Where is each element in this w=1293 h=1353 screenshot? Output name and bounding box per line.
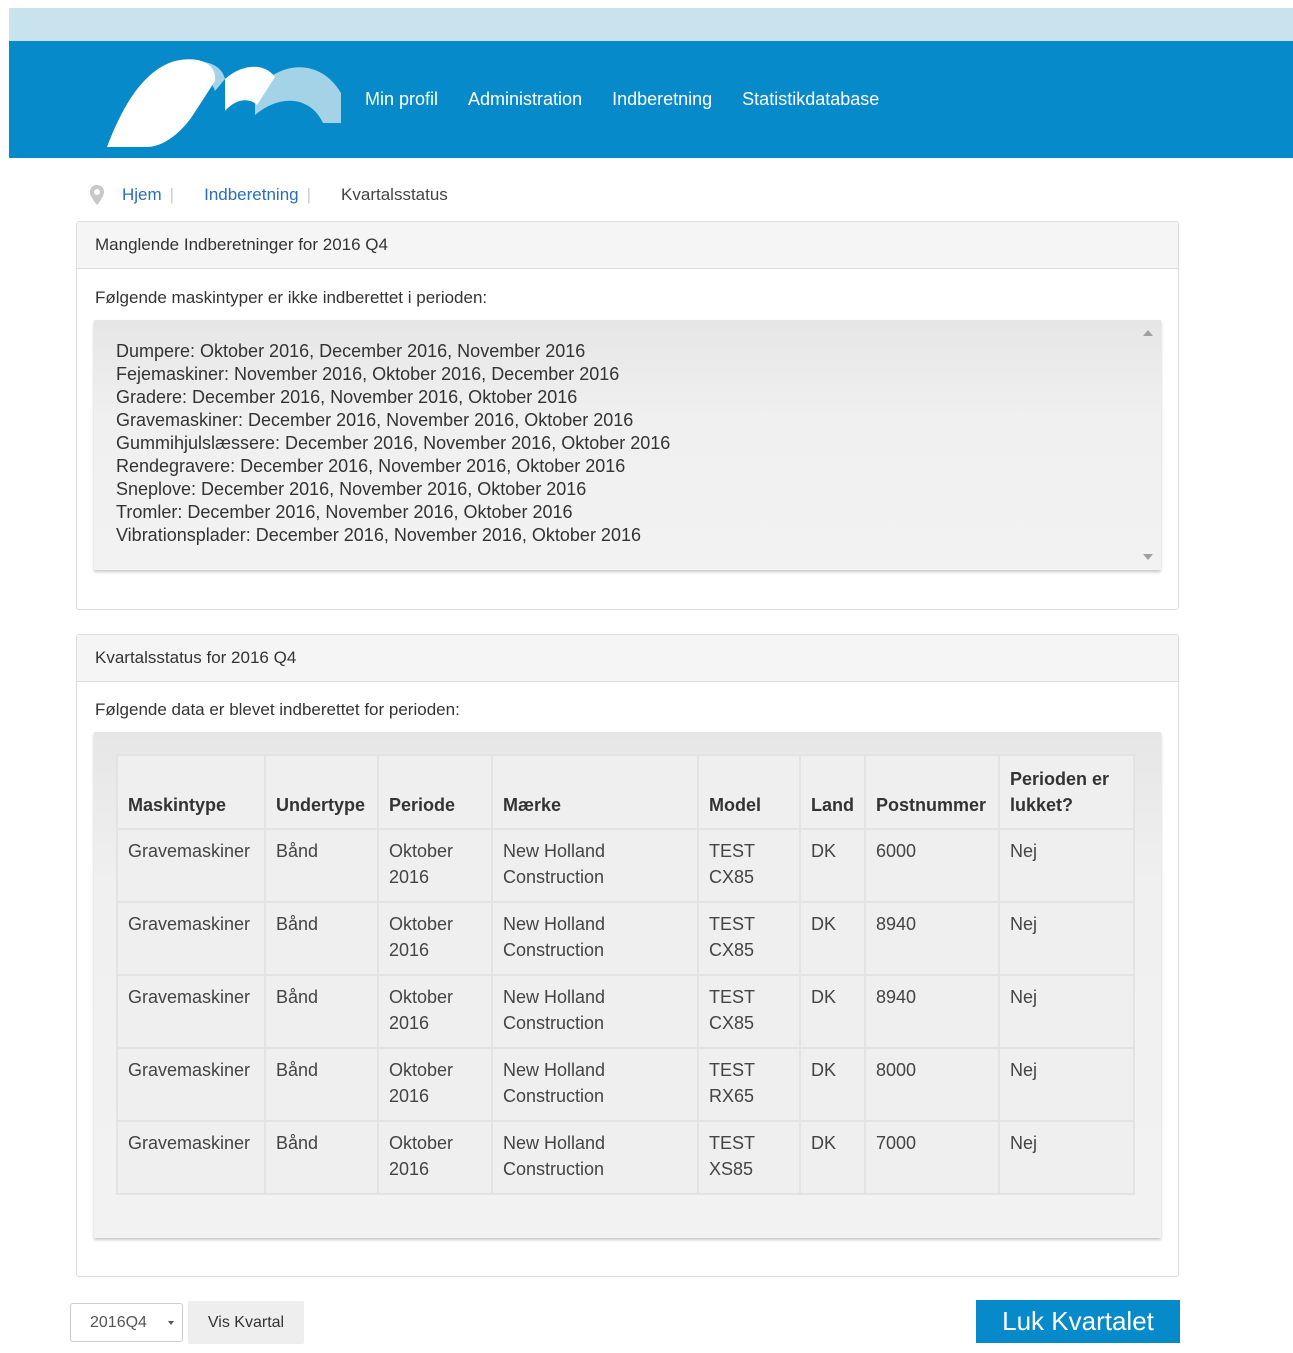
missing-reports-panel: Manglende Indberetninger for 2016 Q4 Føl… <box>76 221 1179 610</box>
cell-maskintype: Gravemaskiner <box>116 1047 266 1122</box>
nav-indberetning[interactable]: Indberetning <box>612 89 712 110</box>
cell-perioden-er-lukket: Nej <box>998 1047 1135 1122</box>
cell-periode: Oktober 2016 <box>377 1120 493 1195</box>
quarter-status-title: Kvartalsstatus for 2016 Q4 <box>77 635 1178 682</box>
cell-land: DK <box>799 974 866 1049</box>
cell-postnummer: 6000 <box>864 828 1000 903</box>
quarter-status-table-container: Maskintype Undertype Periode Mærke Model… <box>94 732 1161 1238</box>
top-strip <box>9 8 1293 41</box>
missing-reports-list[interactable]: Dumpere: Oktober 2016, December 2016, No… <box>94 320 1161 570</box>
cell-maerke: New Holland Construction <box>491 828 699 903</box>
list-item: Dumpere: Oktober 2016, December 2016, No… <box>116 341 586 361</box>
list-item: Rendegravere: December 2016, November 20… <box>116 456 626 476</box>
cell-maskintype: Gravemaskiner <box>116 828 266 903</box>
breadcrumb-home-link[interactable]: Hjem <box>122 185 162 205</box>
cell-maerke: New Holland Construction <box>491 974 699 1049</box>
breadcrumb-separator: | <box>306 185 312 204</box>
col-undertype: Undertype <box>264 754 379 830</box>
missing-reports-items: Dumpere: Oktober 2016, December 2016, No… <box>116 340 670 547</box>
table-row: Gravemaskiner Bånd Oktober 2016 New Holl… <box>116 974 1135 1049</box>
cell-undertype: Bånd <box>264 1047 379 1122</box>
quarter-status-panel: Kvartalsstatus for 2016 Q4 Følgende data… <box>76 634 1179 1277</box>
list-item: Sneplove: December 2016, November 2016, … <box>116 479 587 499</box>
breadcrumb-separator: | <box>169 185 175 204</box>
table-row: Gravemaskiner Bånd Oktober 2016 New Holl… <box>116 901 1135 976</box>
table-header-row: Maskintype Undertype Periode Mærke Model… <box>116 754 1135 830</box>
close-quarter-button[interactable]: Luk Kvartalet <box>976 1300 1180 1343</box>
cell-periode: Oktober 2016 <box>377 1047 493 1122</box>
breadcrumb-current: Kvartalsstatus <box>341 185 448 204</box>
cell-land: DK <box>799 1120 866 1195</box>
list-item: Fejemaskiner: November 2016, Oktober 201… <box>116 364 620 384</box>
cell-undertype: Bånd <box>264 828 379 903</box>
col-maerke: Mærke <box>491 754 699 830</box>
cell-model: TEST XS85 <box>697 1120 801 1195</box>
col-land: Land <box>799 754 866 830</box>
cell-land: DK <box>799 1047 866 1122</box>
cell-maerke: New Holland Construction <box>491 1047 699 1122</box>
cell-postnummer: 8940 <box>864 901 1000 976</box>
list-item: Gravemaskiner: December 2016, November 2… <box>116 410 634 430</box>
scroll-up-arrow-icon[interactable] <box>1143 330 1153 336</box>
navbar: Min profil Administration Indberetning S… <box>9 41 1293 158</box>
cell-undertype: Bånd <box>264 901 379 976</box>
table-row: Gravemaskiner Bånd Oktober 2016 New Holl… <box>116 828 1135 903</box>
cell-model: TEST CX85 <box>697 974 801 1049</box>
cell-model: TEST CX85 <box>697 901 801 976</box>
cell-perioden-er-lukket: Nej <box>998 1120 1135 1195</box>
breadcrumb: Hjem | Indberetning | Kvartalsstatus <box>90 183 448 207</box>
quarter-select[interactable]: 2016Q4 <box>70 1303 183 1342</box>
table-row: Gravemaskiner Bånd Oktober 2016 New Holl… <box>116 1120 1135 1195</box>
missing-reports-intro: Følgende maskintyper er ikke indberettet… <box>95 288 488 307</box>
main-nav: Min profil Administration Indberetning S… <box>365 41 879 158</box>
list-item: Gummihjulslæssere: December 2016, Novemb… <box>116 433 671 453</box>
nav-administration[interactable]: Administration <box>468 89 582 110</box>
cell-maskintype: Gravemaskiner <box>116 901 266 976</box>
missing-reports-title: Manglende Indberetninger for 2016 Q4 <box>77 222 1178 269</box>
list-item: Vibrationsplader: December 2016, Novembe… <box>116 525 641 545</box>
cell-land: DK <box>799 901 866 976</box>
cell-periode: Oktober 2016 <box>377 974 493 1049</box>
nav-statistikdatabase[interactable]: Statistikdatabase <box>742 89 879 110</box>
scroll-down-arrow-icon[interactable] <box>1143 554 1153 560</box>
cell-land: DK <box>799 828 866 903</box>
cell-model: TEST RX65 <box>697 1047 801 1122</box>
logo[interactable] <box>105 51 345 151</box>
cell-undertype: Bånd <box>264 1120 379 1195</box>
breadcrumb-indberetning-link[interactable]: Indberetning <box>204 185 299 205</box>
cell-perioden-er-lukket: Nej <box>998 828 1135 903</box>
cell-maskintype: Gravemaskiner <box>116 1120 266 1195</box>
nav-min-profil[interactable]: Min profil <box>365 89 438 110</box>
list-item: Gradere: December 2016, November 2016, O… <box>116 387 578 407</box>
cell-postnummer: 7000 <box>864 1120 1000 1195</box>
col-postnummer: Postnummer <box>864 754 1000 830</box>
cell-periode: Oktober 2016 <box>377 828 493 903</box>
col-model: Model <box>697 754 801 830</box>
cell-undertype: Bånd <box>264 974 379 1049</box>
col-periode: Periode <box>377 754 493 830</box>
cell-maerke: New Holland Construction <box>491 1120 699 1195</box>
list-item: Tromler: December 2016, November 2016, O… <box>116 502 573 522</box>
col-maskintype: Maskintype <box>116 754 266 830</box>
map-pin-icon <box>90 185 104 205</box>
quarter-status-table: Maskintype Undertype Periode Mærke Model… <box>116 754 1135 1195</box>
col-perioden-er-lukket: Perioden er lukket? <box>998 754 1135 830</box>
quarter-select-value: 2016Q4 <box>90 1313 147 1331</box>
list-scrollbar[interactable] <box>1135 320 1161 570</box>
cell-maerke: New Holland Construction <box>491 901 699 976</box>
cell-maskintype: Gravemaskiner <box>116 974 266 1049</box>
cell-postnummer: 8940 <box>864 974 1000 1049</box>
table-row: Gravemaskiner Bånd Oktober 2016 New Holl… <box>116 1047 1135 1122</box>
cell-periode: Oktober 2016 <box>377 901 493 976</box>
cell-model: TEST CX85 <box>697 828 801 903</box>
chevron-down-icon <box>168 1321 174 1325</box>
show-quarter-button[interactable]: Vis Kvartal <box>188 1301 304 1344</box>
cell-perioden-er-lukket: Nej <box>998 901 1135 976</box>
cell-perioden-er-lukket: Nej <box>998 974 1135 1049</box>
quarter-status-intro: Følgende data er blevet indberettet for … <box>95 700 460 719</box>
cell-postnummer: 8000 <box>864 1047 1000 1122</box>
